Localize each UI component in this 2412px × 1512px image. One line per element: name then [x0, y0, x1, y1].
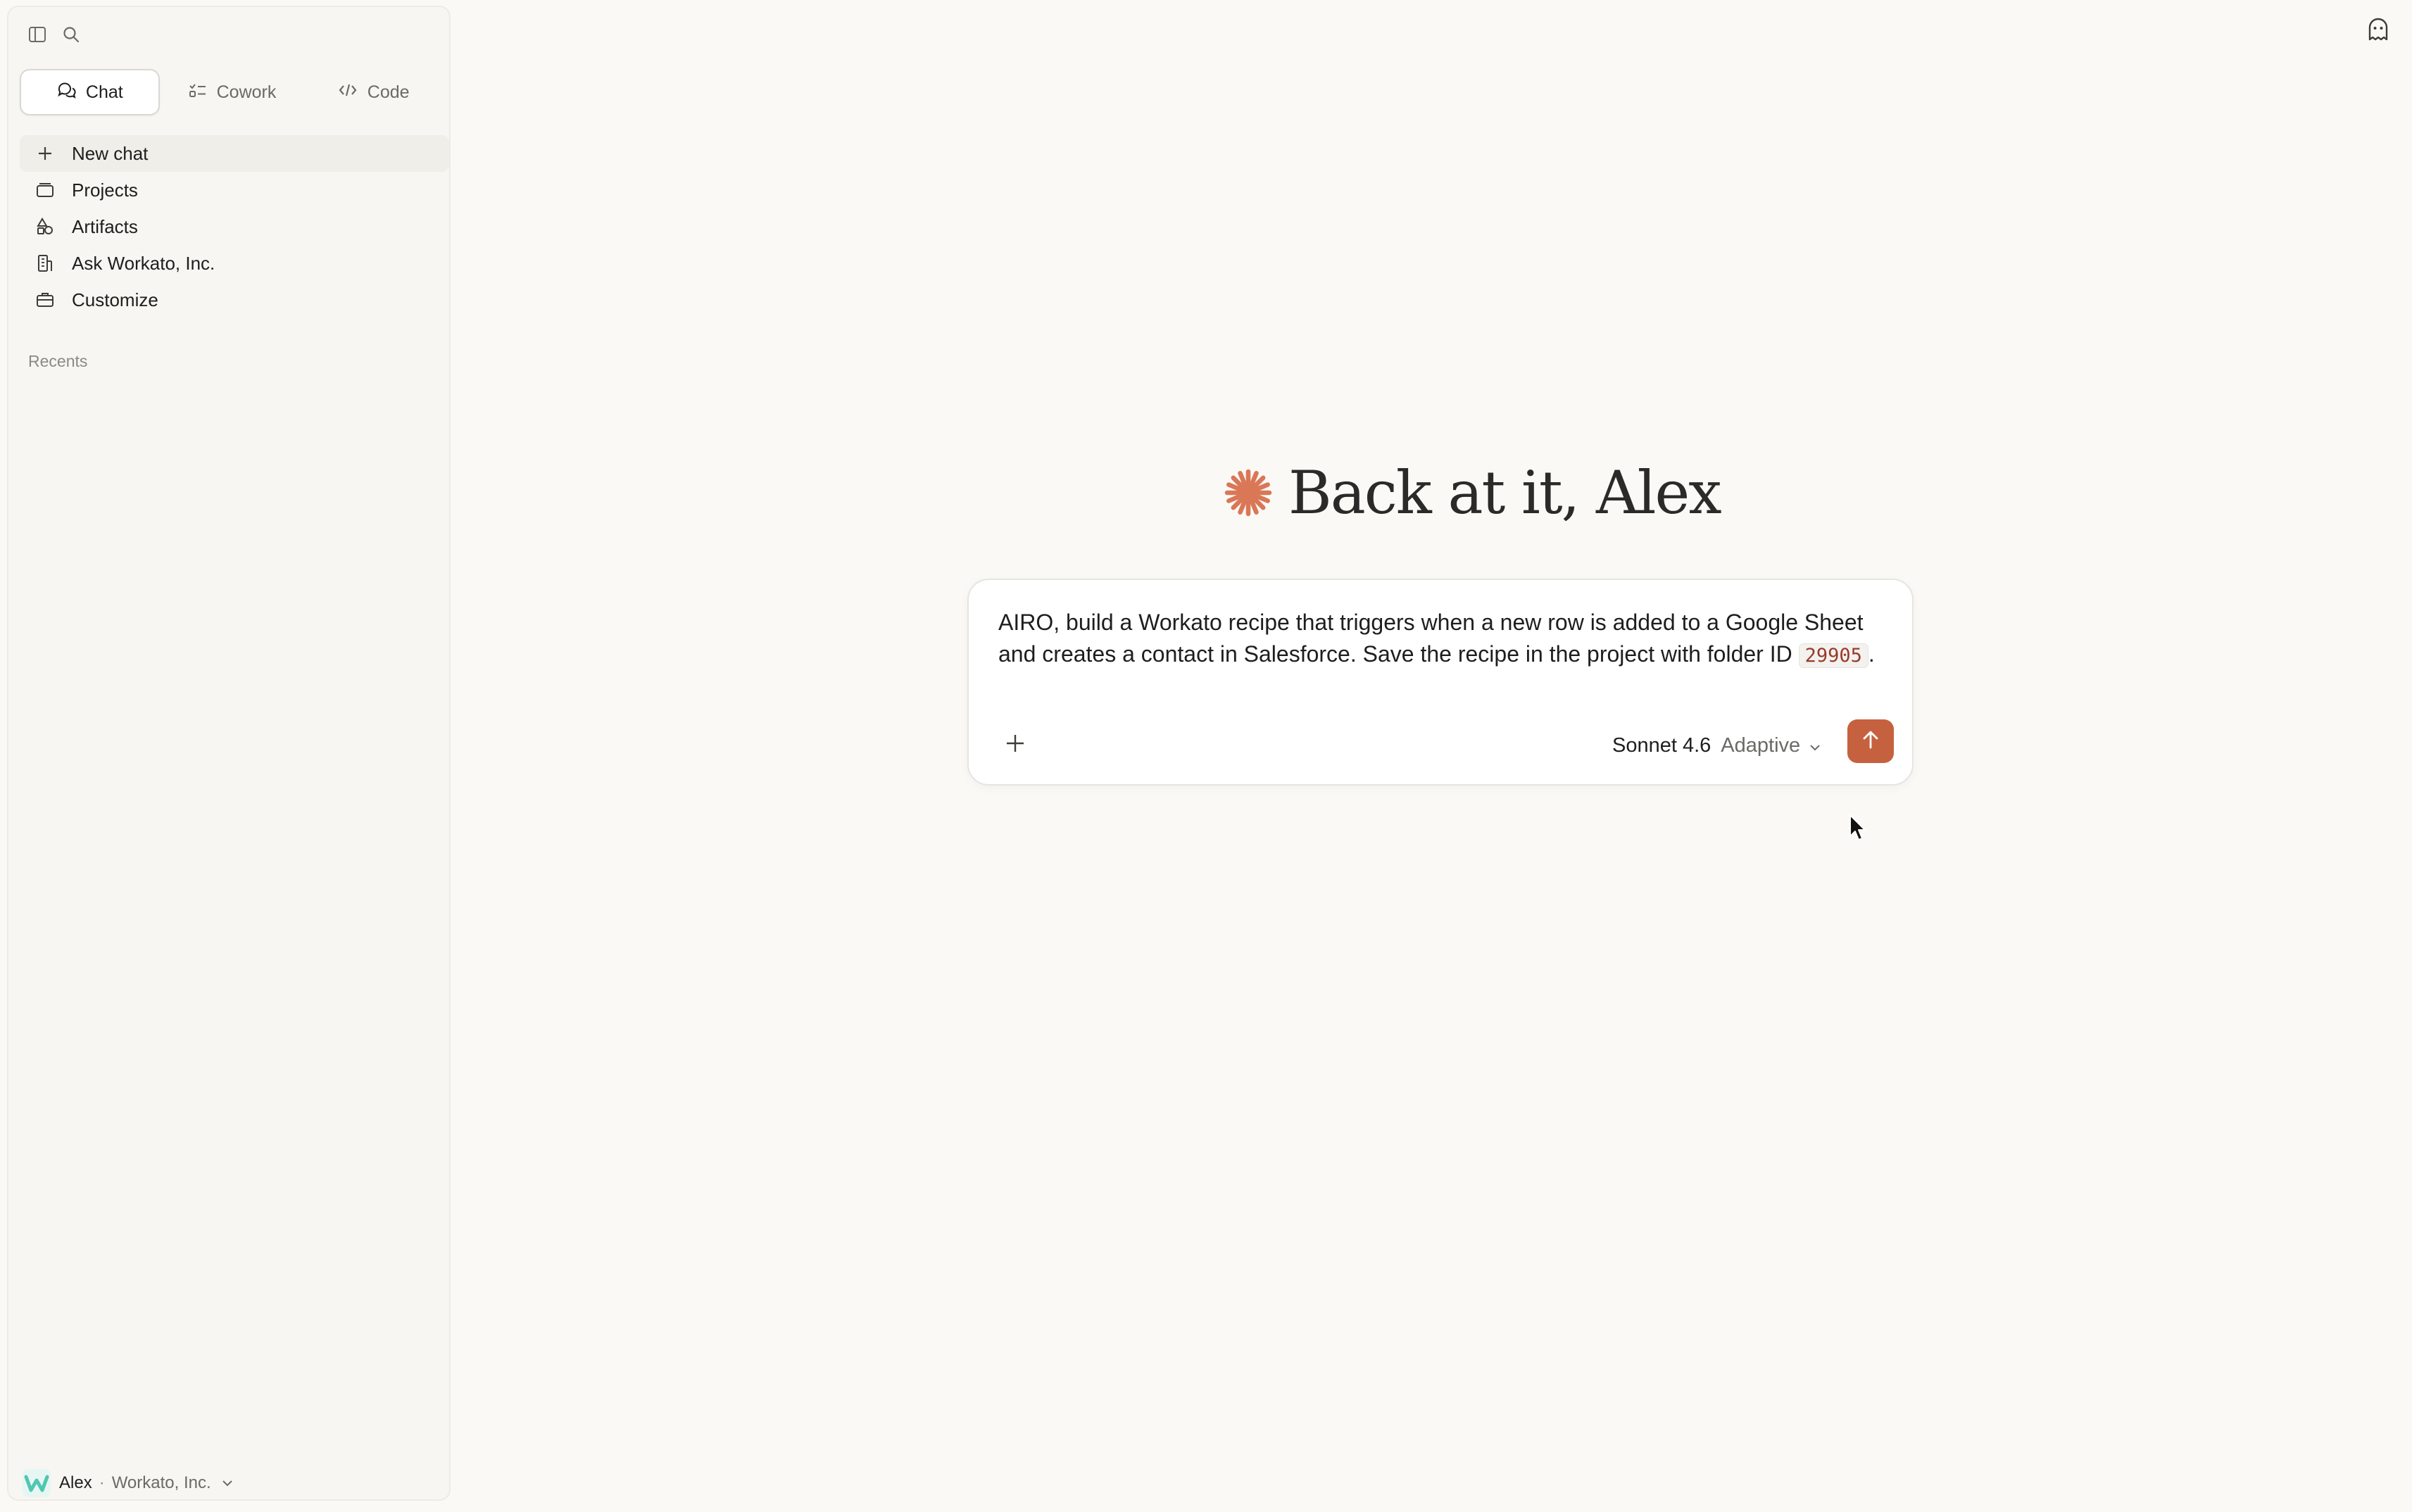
sidebar-item-new-chat[interactable]: New chat — [20, 135, 449, 172]
mode-tabs: Chat Cowork Code — [20, 69, 442, 115]
sidebar-toggle-icon[interactable] — [25, 23, 49, 46]
greeting-title: Back at it, Alex — [1288, 458, 1722, 527]
user-org: Workato, Inc. — [111, 1473, 211, 1492]
recents-heading: Recents — [28, 352, 88, 370]
folder-icon — [35, 180, 55, 200]
model-mode: Adaptive — [1721, 733, 1801, 757]
user-name: Alex — [59, 1473, 92, 1492]
model-name: Sonnet 4.6 — [1612, 733, 1711, 757]
chevron-down-icon — [221, 1479, 234, 1487]
app-window: Chat Cowork Code New chat Projects Artif… — [0, 0, 2412, 1512]
checklist-icon — [189, 82, 207, 103]
sidebar-item-customize[interactable]: Customize — [20, 282, 449, 318]
sidebar-nav: New chat Projects Artifacts Ask Workato,… — [20, 135, 449, 318]
prompt-text-end: . — [1868, 641, 1875, 667]
ghost-icon[interactable] — [2364, 15, 2392, 44]
building-icon — [35, 253, 55, 273]
add-attachment-button[interactable] — [997, 726, 1034, 763]
sidebar-item-label: New chat — [72, 142, 149, 164]
sidebar: Chat Cowork Code New chat Projects Artif… — [7, 6, 451, 1501]
sidebar-item-label: Ask Workato, Inc. — [72, 252, 215, 274]
sidebar-item-label: Projects — [72, 179, 138, 201]
search-icon[interactable] — [59, 23, 83, 46]
tab-cowork-label: Cowork — [216, 82, 277, 102]
org-logo-icon — [23, 1469, 51, 1497]
model-selector[interactable]: Sonnet 4.6 Adaptive — [1612, 728, 1821, 763]
account-menu[interactable]: Alex · Workato, Inc. — [23, 1467, 234, 1499]
prompt-text: AIRO, build a Workato recipe that trigge… — [998, 610, 1864, 667]
sidebar-item-label: Artifacts — [72, 215, 138, 237]
sidebar-item-ask-workato[interactable]: Ask Workato, Inc. — [20, 245, 449, 282]
message-composer: AIRO, build a Workato recipe that trigge… — [967, 579, 1914, 786]
greeting: Back at it, Alex — [1224, 451, 1722, 535]
tab-chat-label: Chat — [85, 82, 123, 102]
arrow-up-icon — [1861, 729, 1880, 754]
sidebar-item-artifacts[interactable]: Artifacts — [20, 208, 449, 245]
code-brackets-icon — [338, 82, 358, 103]
sidebar-item-label: Customize — [72, 289, 158, 310]
tab-code[interactable]: Code — [305, 69, 442, 115]
inline-code: 29905 — [1798, 643, 1868, 668]
tab-code-label: Code — [367, 82, 410, 102]
shapes-icon — [35, 217, 55, 237]
plus-icon — [35, 144, 55, 163]
prompt-input[interactable]: AIRO, build a Workato recipe that trigge… — [998, 607, 1885, 672]
spark-logo-icon — [1224, 468, 1273, 517]
chevron-down-icon — [1809, 734, 1821, 757]
user-separator: · — [99, 1473, 105, 1492]
tab-cowork[interactable]: Cowork — [164, 69, 301, 115]
sidebar-item-projects[interactable]: Projects — [20, 172, 449, 208]
chat-bubble-icon — [56, 81, 76, 104]
briefcase-icon — [35, 290, 55, 310]
plus-icon — [1005, 733, 1026, 757]
tab-chat[interactable]: Chat — [20, 69, 160, 115]
send-button[interactable] — [1847, 719, 1894, 763]
mouse-pointer-icon — [1849, 814, 1867, 842]
